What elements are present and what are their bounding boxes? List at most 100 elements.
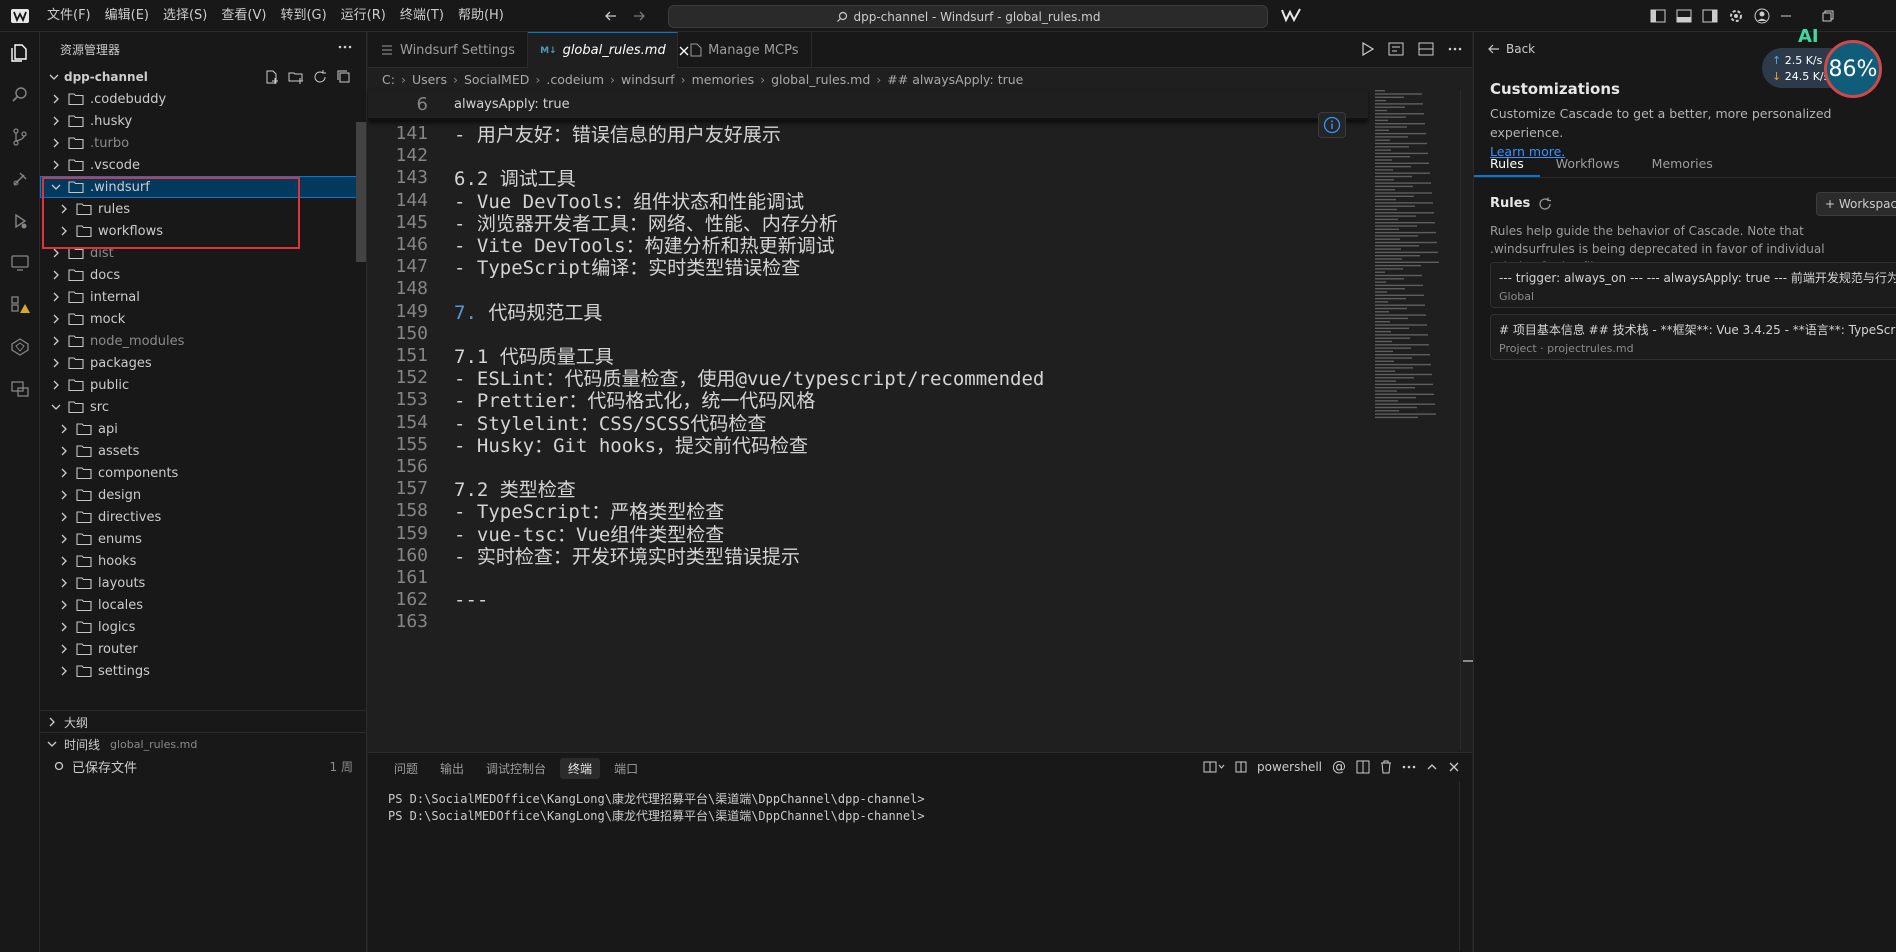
tree-item[interactable]: design — [40, 484, 366, 506]
split-terminal-icon[interactable] — [1203, 761, 1225, 773]
tree-item[interactable]: docs — [40, 264, 366, 286]
trash-icon[interactable] — [1380, 760, 1392, 774]
at-icon[interactable]: @ — [1332, 759, 1346, 775]
tree-item[interactable]: node_modules — [40, 330, 366, 352]
command-center[interactable]: dpp-channel - Windsurf - global_rules.md — [668, 5, 1268, 28]
collapse-all-icon[interactable] — [336, 69, 352, 85]
tree-item[interactable]: assets — [40, 440, 366, 462]
tree-item[interactable]: workflows — [40, 220, 366, 242]
menu-item[interactable]: 终端(T) — [393, 0, 451, 32]
menu-item[interactable]: 查看(V) — [214, 0, 273, 32]
close-icon[interactable] — [1448, 761, 1460, 773]
tree-item[interactable]: .turbo — [40, 132, 366, 154]
tree-item[interactable]: api — [40, 418, 366, 440]
tree-item[interactable]: logics — [40, 616, 366, 638]
source-control-icon[interactable] — [0, 116, 40, 158]
code-editor[interactable]: 141- 用户友好：错误信息的用户友好展示 142 143 6.2 调试工具 144- … — [368, 90, 1472, 752]
refresh-icon[interactable] — [312, 69, 328, 85]
split-icon[interactable] — [1356, 760, 1370, 774]
tree-item[interactable]: .husky — [40, 110, 366, 132]
minimap[interactable] — [1372, 90, 1462, 430]
customizations-tab[interactable]: Memories — [1636, 150, 1729, 177]
toggle-panel-icon[interactable] — [1676, 9, 1692, 23]
breadcrumb-item[interactable]: C: — [382, 72, 395, 87]
rule-card-project[interactable]: # 项目基本信息 ## 技术栈 - **框架**: Vue 3.4.25 - *… — [1490, 314, 1896, 360]
new-file-icon[interactable] — [264, 69, 280, 85]
project-root-row[interactable]: dpp-channel — [40, 66, 366, 88]
tree-item[interactable]: locales — [40, 594, 366, 616]
panel-tab[interactable]: 终端 — [560, 757, 601, 779]
breadcrumb-item[interactable]: memories — [692, 72, 755, 87]
back-button[interactable]: Back — [1488, 42, 1535, 56]
tree-item[interactable]: dist — [40, 242, 366, 264]
explorer-icon[interactable] — [0, 32, 40, 74]
tree-item[interactable]: .windsurf — [40, 176, 366, 198]
add-workspace-rule-button[interactable]: + Workspace — [1816, 192, 1896, 216]
editor-scrollbar[interactable] — [1460, 90, 1473, 750]
tree-item[interactable]: mock — [40, 308, 366, 330]
tree-item[interactable]: layouts — [40, 572, 366, 594]
back-arrow-icon[interactable] — [604, 9, 618, 23]
breadcrumb-item[interactable]: global_rules.md — [771, 72, 870, 87]
tree-item[interactable]: enums — [40, 528, 366, 550]
sidebar-scrollbar[interactable] — [356, 122, 366, 262]
tree-item[interactable]: src — [40, 396, 366, 418]
breadcrumb-item[interactable]: SocialMED — [464, 72, 529, 87]
shell-name[interactable]: powershell — [1257, 760, 1322, 774]
tree-item[interactable]: public — [40, 374, 366, 396]
timeline-entry[interactable]: 已保存文件 1 周 — [40, 755, 367, 777]
account-icon[interactable] — [1754, 8, 1770, 24]
terminal-tool-icon[interactable] — [0, 368, 40, 410]
more-actions-icon[interactable] — [338, 40, 352, 54]
preview-icon[interactable] — [1388, 42, 1404, 56]
split-editor-icon[interactable] — [1418, 42, 1434, 56]
panel-tab[interactable]: 输出 — [432, 758, 472, 779]
breadcrumb-item[interactable]: Users — [412, 72, 447, 87]
restore-icon[interactable] — [1822, 10, 1834, 22]
timeline-section[interactable]: 时间线 global_rules.md 已保存文件 1 周 — [40, 732, 367, 777]
network-speed-widget[interactable]: ↑ 2.5 K/s ↓ 24.5 K/s 86% — [1762, 40, 1884, 98]
new-folder-icon[interactable] — [288, 69, 304, 85]
rule-card-global[interactable]: --- trigger: always_on --- --- alwaysApp… — [1490, 262, 1896, 308]
sticky-scroll-line[interactable]: 6 alwaysApply: true — [368, 90, 1368, 120]
chevron-up-icon[interactable] — [1426, 761, 1438, 773]
outline-section[interactable]: 大纲 — [40, 710, 367, 733]
tree-item[interactable]: rules — [40, 198, 366, 220]
debug-icon[interactable] — [0, 158, 40, 200]
menu-item[interactable]: 帮助(H) — [451, 0, 511, 32]
tree-item[interactable]: packages — [40, 352, 366, 374]
customizations-tab[interactable]: Workflows — [1540, 150, 1636, 177]
menu-item[interactable]: 编辑(E) — [98, 0, 156, 32]
panel-tab[interactable]: 端口 — [606, 758, 646, 779]
breadcrumb-item[interactable]: ## alwaysApply: true — [887, 72, 1023, 87]
breadcrumb-item[interactable]: .codeium — [546, 72, 604, 87]
panel-tab[interactable]: 调试控制台 — [478, 758, 554, 779]
gear-icon[interactable] — [1728, 8, 1744, 24]
forward-arrow-icon[interactable] — [632, 9, 646, 23]
tree-item[interactable]: settings — [40, 660, 366, 682]
remote-explorer-icon[interactable] — [0, 242, 40, 284]
more-actions-icon[interactable] — [1448, 42, 1462, 56]
toggle-sidebar-icon[interactable] — [1650, 9, 1666, 23]
tree-item[interactable]: .codebuddy — [40, 88, 366, 110]
menu-item[interactable]: 运行(R) — [334, 0, 393, 32]
tree-item[interactable]: components — [40, 462, 366, 484]
panel-tab[interactable]: 问题 — [386, 758, 426, 779]
tree-item[interactable]: hooks — [40, 550, 366, 572]
run-debug-icon[interactable] — [0, 200, 40, 242]
tab-manage-mcps[interactable]: Manage MCPs — [678, 32, 812, 68]
tree-item[interactable]: internal — [40, 286, 366, 308]
menu-item[interactable]: 转到(G) — [273, 0, 333, 32]
tree-item[interactable]: router — [40, 638, 366, 660]
menu-item[interactable]: 选择(S) — [156, 0, 214, 32]
windsurf-wave-icon[interactable] — [1280, 6, 1302, 24]
run-icon[interactable] — [1362, 42, 1374, 56]
toggle-secondary-sidebar-icon[interactable] — [1702, 9, 1718, 23]
windsurf-cascade-icon[interactable] — [0, 326, 40, 368]
tab-windsurf-settings[interactable]: Windsurf Settings — [368, 32, 529, 68]
tree-item[interactable]: directives — [40, 506, 366, 528]
tree-item[interactable]: .vscode — [40, 154, 366, 176]
terminal-scrollbar[interactable] — [1459, 781, 1469, 951]
menu-item[interactable]: 文件(F) — [40, 0, 98, 32]
refresh-icon[interactable] — [1538, 197, 1552, 211]
